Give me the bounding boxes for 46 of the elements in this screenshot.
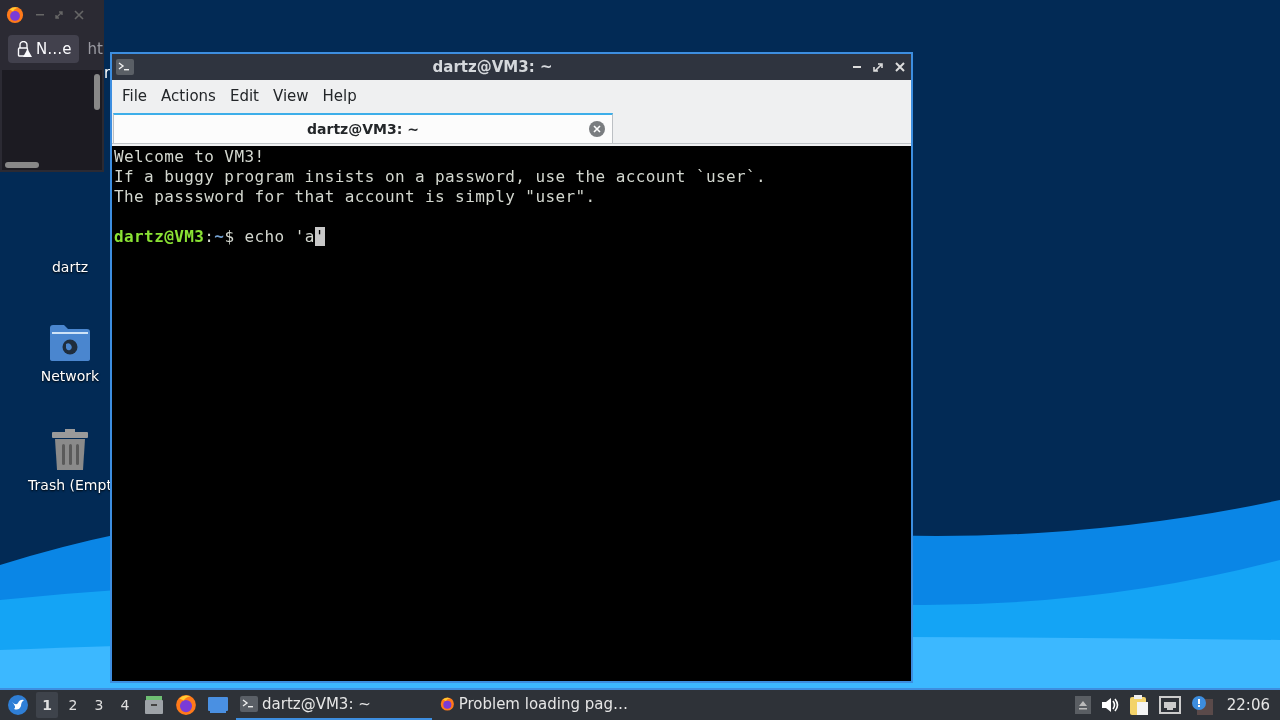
desktop-icon-label[interactable]: Trash (Empt xyxy=(28,477,112,493)
taskbar-task[interactable]: Problem loading pag… xyxy=(436,690,632,720)
close-icon[interactable] xyxy=(588,120,606,138)
window-controls-icon xyxy=(34,10,86,20)
insecure-lock-icon xyxy=(16,41,32,57)
terminal-line: The passsword for that account is simply "user". xyxy=(114,187,597,207)
desktop-icon-label[interactable]: dartz xyxy=(51,259,89,275)
window-controls-icon[interactable] xyxy=(851,61,907,73)
window-text-fragment: r xyxy=(104,64,111,82)
menu-item[interactable]: Help xyxy=(316,83,363,109)
desktop-icon-label[interactable]: Network xyxy=(40,368,100,384)
terminal-app-icon xyxy=(116,59,134,75)
browser-tab[interactable]: ht xyxy=(87,40,103,58)
browser-tab[interactable]: N…e xyxy=(8,35,80,63)
terminal-tab[interactable]: dartz@VM3: ~ xyxy=(113,113,613,143)
desktop-icon xyxy=(207,696,229,714)
firefox-icon xyxy=(175,694,197,716)
clock[interactable]: 22:06 xyxy=(1226,696,1270,714)
menu-item[interactable]: View xyxy=(266,83,315,109)
menu-item[interactable]: Edit xyxy=(223,83,265,109)
volume-icon[interactable] xyxy=(1100,697,1119,713)
update-alert-icon[interactable] xyxy=(1190,695,1213,715)
taskbar-task[interactable]: dartz@VM3: ~ xyxy=(236,690,432,720)
firefox-icon xyxy=(440,694,455,714)
trash-icon[interactable] xyxy=(51,429,89,471)
menu-item[interactable]: Actions xyxy=(155,83,222,109)
vertical-scrollbar-icon xyxy=(94,74,100,110)
firefox-icon xyxy=(6,6,24,24)
network-port-icon[interactable] xyxy=(1158,696,1181,714)
workspace-button[interactable]: 2 xyxy=(62,692,84,718)
terminal-line: Welcome to VM3! xyxy=(114,147,266,167)
prompt-line: dartz@VM3:~$ echo 'a' xyxy=(114,227,326,247)
clipboard-icon[interactable] xyxy=(1128,694,1149,716)
terminal-line: If a buggy program insists on a password, use the account `user`. xyxy=(114,167,768,187)
menu-item[interactable]: File xyxy=(116,83,154,109)
file-cabinet-icon xyxy=(144,695,164,715)
network-folder-icon[interactable] xyxy=(49,324,91,362)
window-title: dartz@VM3: ~ xyxy=(431,58,554,76)
eject-icon[interactable] xyxy=(1074,696,1091,714)
horizontal-scrollbar-icon xyxy=(5,162,39,168)
bird-logo-icon xyxy=(7,694,29,716)
workspace-button[interactable]: 3 xyxy=(88,692,110,718)
workspace-button[interactable]: 1 xyxy=(36,692,58,718)
terminal-icon xyxy=(240,696,258,712)
workspace-button[interactable]: 4 xyxy=(114,692,136,718)
terminal-console[interactable]: Welcome to VM3! If a buggy program insists on a password, use the account `user`. The passsword for that account is simply "user". dartz@VM3:~$ echo 'a' xyxy=(112,146,911,681)
